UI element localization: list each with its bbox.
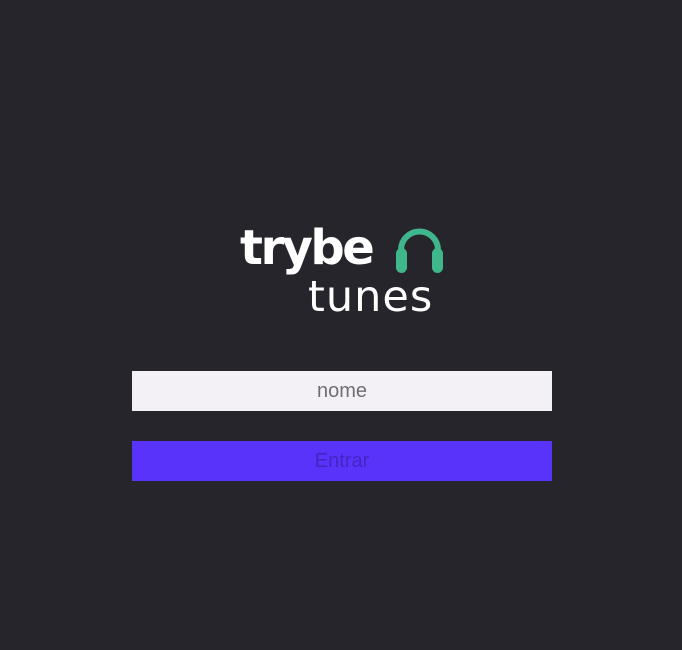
headphones-icon bbox=[396, 228, 443, 273]
trybe-tunes-logo: trybe tunes bbox=[240, 220, 446, 322]
name-input[interactable] bbox=[132, 371, 552, 411]
enter-button[interactable]: Entrar bbox=[132, 441, 552, 481]
logo-word-trybe: trybe bbox=[240, 220, 375, 276]
logo-word-tunes: tunes bbox=[308, 272, 434, 322]
logo-top-row: trybe bbox=[240, 220, 375, 278]
